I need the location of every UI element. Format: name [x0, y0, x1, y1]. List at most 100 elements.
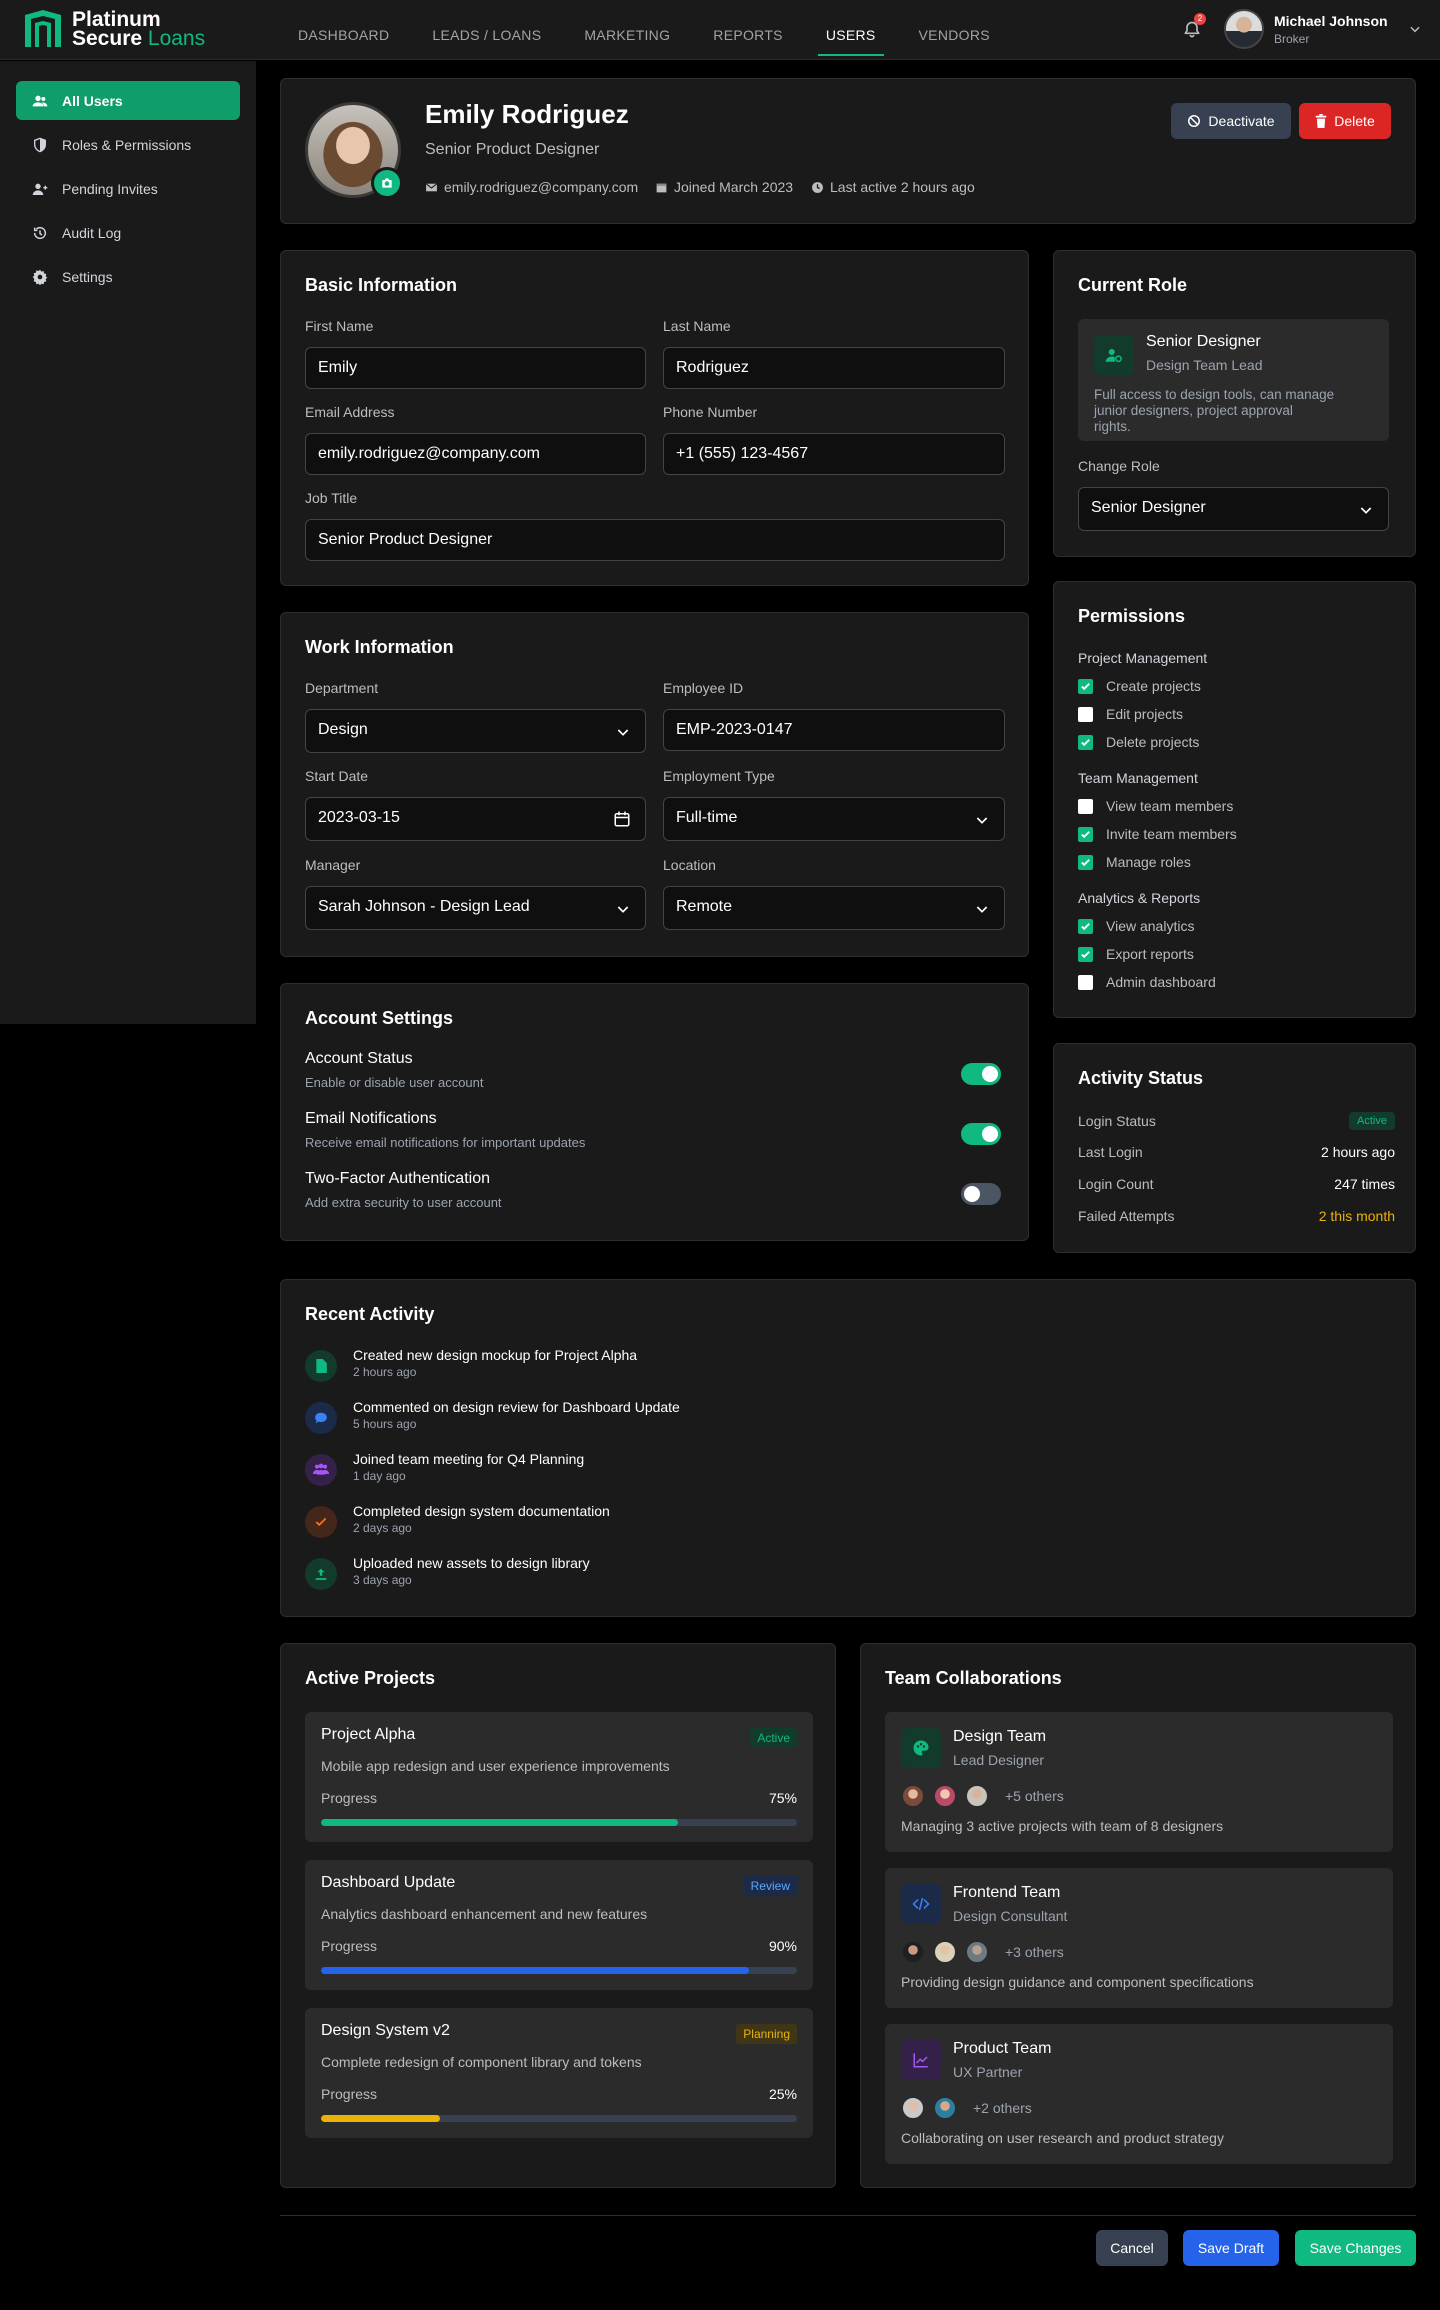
current-role-title: Current Role [1078, 275, 1188, 295]
perm-manage-roles[interactable]: Manage roles [1078, 854, 1191, 870]
perm-label: Delete projects [1106, 734, 1200, 750]
sidebar-item-roles[interactable]: Roles & Permissions [16, 125, 240, 164]
account-settings-title: Account Settings [305, 1008, 454, 1028]
stat-login-status: Login Status Active [1078, 1112, 1395, 1130]
perm-label: Export reports [1106, 946, 1194, 962]
project-name: Design System v2 [321, 2022, 450, 2039]
change-role-select[interactable]: Senior Designer [1078, 487, 1389, 531]
footer-divider [280, 2215, 1416, 2216]
checkbox[interactable] [1078, 678, 1093, 694]
progress-fill [321, 2115, 440, 2122]
last-name-field[interactable]: Rodriguez [663, 347, 1005, 389]
envelope-icon [425, 182, 438, 191]
deactivate-button[interactable]: Deactivate [1171, 103, 1291, 139]
progress-fill [321, 1819, 678, 1826]
sidebar-item-label: Settings [62, 268, 113, 285]
sidebar-item-all-users[interactable]: All Users [16, 81, 240, 120]
checkbox[interactable] [1078, 918, 1093, 934]
delete-label: Delete [1334, 113, 1375, 129]
checkbox[interactable] [1078, 946, 1093, 962]
team-card-product[interactable]: Product Team UX Partner +2 others Collab… [885, 2024, 1393, 2164]
project-name: Project Alpha [321, 1726, 416, 1743]
phone-field[interactable]: +1 (555) 123-4567 [663, 433, 1005, 475]
save-changes-button[interactable]: Save Changes [1295, 2230, 1416, 2266]
role-name: Senior Designer [1146, 333, 1261, 350]
project-card-dashboard[interactable]: Dashboard Update Review Analytics dashbo… [305, 1860, 813, 1990]
progress-value: 75% [768, 1790, 797, 1806]
cancel-button[interactable]: Cancel [1096, 2230, 1168, 2266]
manager-select[interactable]: Sarah Johnson - Design Lead [305, 886, 646, 930]
nav-marketing[interactable]: MARKETING [584, 0, 670, 58]
chevron-down-icon [976, 817, 988, 824]
nav-leads-loans[interactable]: LEADS / LOANS [432, 0, 541, 58]
employee-id-field[interactable]: EMP-2023-0147 [663, 709, 1005, 751]
stat-failed-attempts: Failed Attempts 2 this month [1078, 1208, 1395, 1224]
employment-type-select[interactable]: Full-time [663, 797, 1005, 841]
progress-value: 25% [768, 2086, 797, 2102]
checkbox[interactable] [1078, 798, 1093, 814]
activity-status-title: Activity Status [1078, 1068, 1204, 1088]
start-date-field[interactable]: 2023-03-15 [305, 797, 646, 841]
project-card-design-system[interactable]: Design System v2 Planning Complete redes… [305, 2008, 813, 2138]
nav-users[interactable]: USERS [817, 0, 884, 58]
clock-icon [812, 181, 823, 193]
job-title-field[interactable]: Senior Product Designer [305, 519, 1005, 561]
location-select[interactable]: Remote [663, 886, 1005, 930]
profile-email: emily.rodriguez@company.com [444, 179, 639, 195]
activity-time: 2 hours ago [353, 1365, 417, 1379]
camera-icon [382, 178, 392, 188]
project-card-alpha[interactable]: Project Alpha Active Mobile app redesign… [305, 1712, 813, 1842]
team-desc: Collaborating on user research and produ… [901, 2130, 1224, 2146]
sidebar-item-pending-invites[interactable]: Pending Invites [16, 169, 240, 208]
team-card-design[interactable]: Design Team Lead Designer +5 others Mana… [885, 1712, 1393, 1852]
avatar [933, 2096, 957, 2120]
team-collaborations-title: Team Collaborations [885, 1668, 1062, 1688]
account-status-toggle[interactable] [961, 1063, 1001, 1085]
sidebar-item-audit-log[interactable]: Audit Log [16, 213, 240, 252]
sidebar-item-settings[interactable]: Settings [16, 257, 240, 296]
email-notifications-toggle[interactable] [961, 1123, 1001, 1145]
user-menu[interactable]: Michael Johnson Broker [1224, 9, 1422, 49]
avatar [933, 1784, 957, 1808]
change-photo-button[interactable] [371, 167, 403, 199]
save-draft-button[interactable]: Save Draft [1183, 2230, 1279, 2266]
checkbox[interactable] [1078, 706, 1093, 722]
perm-group-team: Team Management [1078, 770, 1198, 786]
role-icon-box [1094, 335, 1134, 375]
perm-create-projects[interactable]: Create projects [1078, 678, 1201, 694]
progress-bar [321, 1819, 797, 1826]
nav-reports[interactable]: REPORTS [713, 0, 783, 58]
calendar-icon[interactable] [613, 810, 631, 828]
project-name: Dashboard Update [321, 1874, 456, 1891]
checkbox[interactable] [1078, 826, 1093, 842]
team-card-frontend[interactable]: Frontend Team Design Consultant +3 other… [885, 1868, 1393, 2008]
perm-delete-projects[interactable]: Delete projects [1078, 734, 1199, 750]
perm-view-team[interactable]: View team members [1078, 798, 1233, 814]
nav-dashboard[interactable]: DASHBOARD [298, 0, 389, 58]
team-role: Design Consultant [953, 1908, 1068, 1924]
perm-export-reports[interactable]: Export reports [1078, 946, 1194, 962]
brand-logo[interactable]: Platinum Secure Loans [22, 9, 205, 49]
sidebar: All Users Roles & Permissions Pending In… [0, 61, 256, 1024]
perm-edit-projects[interactable]: Edit projects [1078, 706, 1183, 722]
avatar [901, 1784, 925, 1808]
role-desc-line: junior designers, project approval [1094, 403, 1293, 418]
nav-vendors[interactable]: VENDORS [919, 0, 990, 58]
two-factor-desc: Add extra security to user account [305, 1195, 502, 1210]
first-name-field[interactable]: Emily [305, 347, 646, 389]
two-factor-toggle[interactable] [961, 1183, 1001, 1205]
delete-button[interactable]: Delete [1299, 103, 1391, 139]
email-field[interactable]: emily.rodriguez@company.com [305, 433, 646, 475]
stat-value: 2 this month [1318, 1208, 1395, 1224]
perm-admin-dashboard[interactable]: Admin dashboard [1078, 974, 1216, 990]
perm-invite-team[interactable]: Invite team members [1078, 826, 1237, 842]
deactivate-label: Deactivate [1208, 113, 1275, 129]
perm-label: View analytics [1106, 918, 1195, 934]
checkbox[interactable] [1078, 734, 1093, 750]
checkbox[interactable] [1078, 854, 1093, 870]
perm-view-analytics[interactable]: View analytics [1078, 918, 1194, 934]
department-select[interactable]: Design [305, 709, 646, 753]
profile-name: Emily Rodriguez [425, 99, 629, 129]
checkbox[interactable] [1078, 974, 1093, 990]
notifications-button[interactable]: 2 [1182, 13, 1206, 40]
